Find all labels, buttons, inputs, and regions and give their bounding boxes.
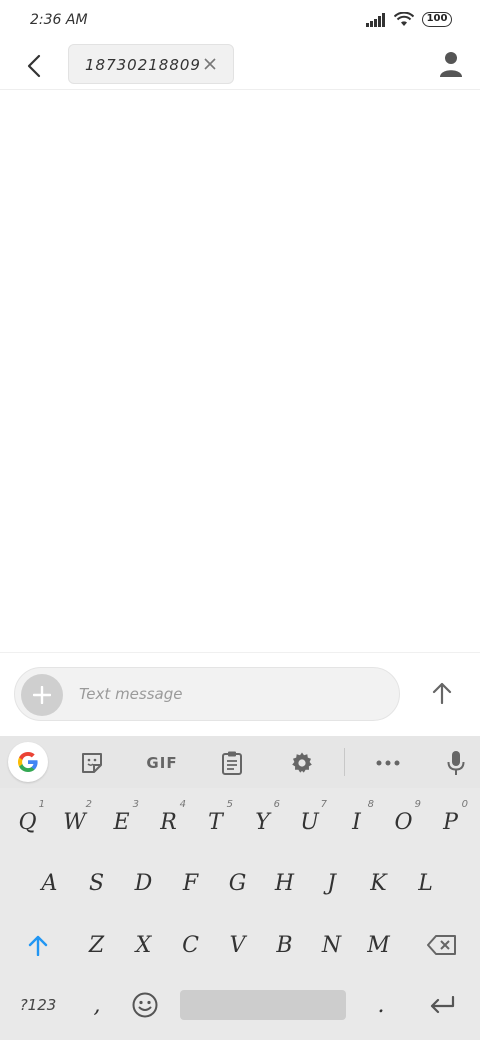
key-g[interactable]: G — [214, 854, 261, 912]
key-t[interactable]: T5 — [192, 793, 239, 851]
more-button[interactable] — [368, 744, 408, 782]
mic-icon — [447, 751, 465, 775]
space-key[interactable] — [180, 990, 346, 1020]
key-u[interactable]: U7 — [286, 793, 333, 851]
gif-icon: GIF — [146, 754, 178, 772]
recipient-number: 18730218809 — [85, 56, 201, 74]
battery-icon: 100 — [422, 12, 452, 27]
status-icons: 100 — [366, 12, 452, 27]
enter-key[interactable] — [414, 976, 470, 1034]
back-chevron-icon — [27, 54, 41, 78]
arrow-up-icon — [432, 682, 452, 704]
keyboard-toolbar: GIF — [0, 736, 480, 788]
contact-button[interactable] — [436, 48, 466, 80]
symbols-key[interactable]: ?123 — [6, 976, 70, 1034]
message-input[interactable] — [79, 668, 389, 720]
key-h[interactable]: H — [261, 854, 308, 912]
key-l[interactable]: L — [402, 854, 449, 912]
gear-icon — [292, 752, 312, 773]
person-icon — [440, 52, 462, 77]
key-a[interactable]: A — [26, 854, 73, 912]
key-i[interactable]: I8 — [333, 793, 380, 851]
period-key[interactable]: . — [356, 976, 406, 1034]
shift-arrow-icon — [28, 935, 48, 956]
sticker-button[interactable] — [72, 744, 112, 782]
key-c[interactable]: C — [167, 916, 214, 974]
enter-icon — [430, 996, 455, 1014]
toolbar-divider — [344, 748, 345, 776]
key-p[interactable]: P0 — [427, 793, 474, 851]
clipboard-button[interactable] — [212, 744, 252, 782]
signal-icon — [366, 12, 385, 27]
status-bar: 2:36 AM 100 — [0, 0, 480, 42]
recipient-chip[interactable]: 18730218809 — [68, 44, 234, 84]
google-button[interactable] — [8, 742, 48, 782]
gif-button[interactable]: GIF — [140, 744, 184, 782]
key-q[interactable]: Q1 — [4, 793, 51, 851]
key-v[interactable]: V — [214, 916, 261, 974]
compose-field — [14, 667, 400, 721]
key-e[interactable]: E3 — [98, 793, 145, 851]
back-button[interactable] — [18, 50, 50, 82]
attach-button[interactable] — [21, 674, 63, 716]
key-y[interactable]: Y6 — [239, 793, 286, 851]
key-b[interactable]: B — [261, 916, 308, 974]
more-icon — [376, 760, 400, 766]
key-s[interactable]: S — [73, 854, 120, 912]
key-f[interactable]: F — [167, 854, 214, 912]
shift-key[interactable] — [10, 916, 66, 974]
backspace-key[interactable] — [414, 916, 470, 974]
key-w[interactable]: W2 — [51, 793, 98, 851]
key-row-2: A S D F G H J K L — [0, 854, 480, 912]
key-x[interactable]: X — [120, 916, 167, 974]
voice-input-button[interactable] — [436, 744, 476, 782]
compose-bar — [0, 652, 480, 736]
key-k[interactable]: K — [355, 854, 402, 912]
message-list[interactable] — [0, 91, 480, 652]
emoji-key[interactable] — [122, 976, 168, 1034]
wifi-icon — [394, 12, 414, 26]
key-row-1: Q1 W2 E3 R4 T5 Y6 U7 I8 O9 P0 — [0, 793, 480, 851]
comma-key[interactable]: , — [72, 976, 122, 1034]
status-time: 2:36 AM — [30, 12, 88, 28]
clipboard-icon — [222, 751, 242, 775]
plus-icon — [33, 686, 51, 704]
key-o[interactable]: O9 — [380, 793, 427, 851]
key-d[interactable]: D — [120, 854, 167, 912]
remove-recipient-button[interactable] — [201, 55, 219, 73]
key-m[interactable]: M — [355, 916, 402, 974]
settings-button[interactable] — [282, 744, 322, 782]
key-r[interactable]: R4 — [145, 793, 192, 851]
google-icon — [18, 752, 38, 772]
send-button[interactable] — [426, 677, 458, 709]
key-z[interactable]: Z — [73, 916, 120, 974]
conversation-header: 18730218809 — [0, 42, 480, 90]
key-n[interactable]: N — [308, 916, 355, 974]
close-icon — [204, 58, 216, 70]
emoji-icon — [132, 992, 158, 1018]
key-j[interactable]: J — [308, 854, 355, 912]
sticker-icon — [82, 753, 102, 773]
key-row-3: Z X C V B N M — [0, 916, 480, 974]
backspace-icon — [427, 935, 456, 955]
keyboard: GIF Q 1 W 2 E 3 R 4 T 5 Y 6 U 7 I 8 O 9 … — [0, 736, 480, 1040]
